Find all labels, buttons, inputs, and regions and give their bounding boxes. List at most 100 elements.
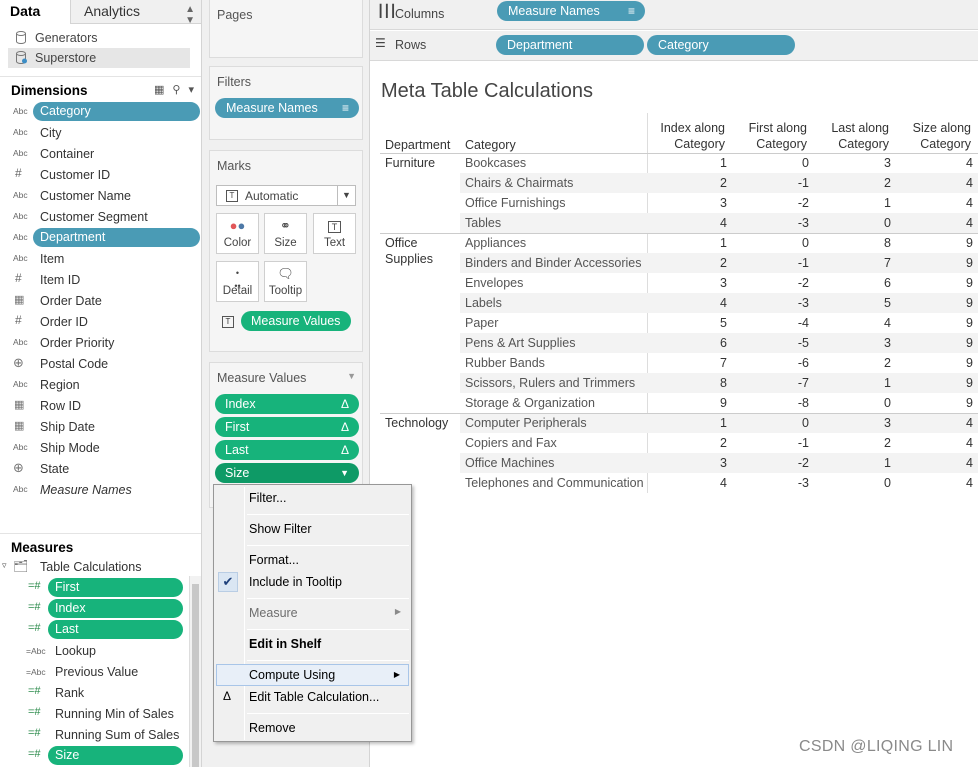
dimension-field[interactable]: # Item ID xyxy=(0,269,201,290)
measure-pill-size[interactable]: Size ▼ xyxy=(215,463,359,483)
last-value-cell[interactable]: 0 xyxy=(831,393,891,413)
last-value-cell[interactable]: 7 xyxy=(831,253,891,273)
menu-item-edit-in-shelf[interactable]: Edit in Shelf xyxy=(216,633,409,655)
size-value-cell[interactable]: 4 xyxy=(913,453,973,473)
index-value-cell[interactable]: 2 xyxy=(667,173,727,193)
dimension-field[interactable]: Abc Container xyxy=(0,143,201,164)
last-value-cell[interactable]: 0 xyxy=(831,473,891,493)
first-value-cell[interactable]: -1 xyxy=(749,433,809,453)
tab-data[interactable]: Data xyxy=(0,0,70,24)
menu-caret-icon[interactable]: ▾ xyxy=(188,83,194,96)
last-value-cell[interactable]: 5 xyxy=(831,293,891,313)
measure-field[interactable]: =Abc Lookup xyxy=(0,640,190,661)
first-value-cell[interactable]: -6 xyxy=(749,353,809,373)
first-value-cell[interactable]: -2 xyxy=(749,193,809,213)
category-cell[interactable]: Copiers and Fax xyxy=(465,433,557,453)
category-cell[interactable]: Scissors, Rulers and Trimmers xyxy=(465,373,635,393)
measure-field[interactable]: =# Rank xyxy=(0,682,190,703)
index-value-cell[interactable]: 3 xyxy=(667,193,727,213)
index-value-cell[interactable]: 1 xyxy=(667,413,727,433)
size-value-cell[interactable]: 9 xyxy=(913,393,973,413)
index-value-cell[interactable]: 4 xyxy=(667,293,727,313)
category-cell[interactable]: Tables xyxy=(465,213,501,233)
dimension-field[interactable]: Abc Item xyxy=(0,248,201,269)
menu-item-compute-using[interactable]: Compute Using ▶ xyxy=(216,664,409,686)
measures-scrollbar[interactable] xyxy=(189,576,201,767)
size-value-cell[interactable]: 9 xyxy=(913,293,973,313)
dimension-field[interactable]: Abc Department xyxy=(0,227,201,248)
datasource-generators[interactable]: Generators xyxy=(10,28,190,48)
measure-field[interactable]: =# Running Sum of Sales xyxy=(0,724,190,745)
index-value-cell[interactable]: 3 xyxy=(667,273,727,293)
size-button[interactable]: ⚭ Size xyxy=(264,213,307,254)
index-value-cell[interactable]: 6 xyxy=(667,333,727,353)
category-cell[interactable]: Telephones and Communication xyxy=(465,473,644,493)
rows-pill-department[interactable]: Department xyxy=(496,35,644,55)
category-cell[interactable]: Office Furnishings xyxy=(465,193,566,213)
category-cell[interactable]: Rubber Bands xyxy=(465,353,545,373)
dimension-field[interactable]: Abc Measure Names xyxy=(0,479,201,500)
datasource-superstore[interactable]: Superstore xyxy=(8,48,190,68)
dimension-field[interactable]: Abc Region xyxy=(0,374,201,395)
dimension-field[interactable]: # Order ID xyxy=(0,311,201,332)
last-value-cell[interactable]: 3 xyxy=(831,413,891,433)
menu-item-remove[interactable]: Remove xyxy=(216,717,409,739)
category-cell[interactable]: Bookcases xyxy=(465,153,526,173)
index-value-cell[interactable]: 5 xyxy=(667,313,727,333)
measure-field[interactable]: =# Last xyxy=(0,619,190,640)
first-value-cell[interactable]: -2 xyxy=(749,273,809,293)
first-value-cell[interactable]: -2 xyxy=(749,453,809,473)
index-value-cell[interactable]: 4 xyxy=(667,213,727,233)
size-value-cell[interactable]: 9 xyxy=(913,233,973,253)
rows-shelf[interactable]: ☰ Rows Department Category xyxy=(370,31,978,61)
chevron-down-icon[interactable]: ▼ xyxy=(340,463,349,483)
index-value-cell[interactable]: 9 xyxy=(667,393,727,413)
first-value-cell[interactable]: 0 xyxy=(749,413,809,433)
size-value-cell[interactable]: 4 xyxy=(913,213,973,233)
columns-shelf[interactable]: ┃┃┃ Columns Measure Names ≡ xyxy=(370,0,978,30)
last-value-cell[interactable]: 3 xyxy=(831,333,891,353)
size-value-cell[interactable]: 9 xyxy=(913,353,973,373)
size-value-cell[interactable]: 4 xyxy=(913,173,973,193)
measure-pill-index[interactable]: Index Δ xyxy=(215,394,359,414)
dimension-field[interactable]: Abc Customer Segment xyxy=(0,206,201,227)
size-value-cell[interactable]: 9 xyxy=(913,333,973,353)
measure-pill-last[interactable]: Last Δ xyxy=(215,440,359,460)
size-value-cell[interactable]: 4 xyxy=(913,413,973,433)
view-toggle-icon[interactable]: ▦ xyxy=(154,83,164,96)
size-value-cell[interactable]: 4 xyxy=(913,153,973,173)
last-value-cell[interactable]: 8 xyxy=(831,233,891,253)
first-value-cell[interactable]: 0 xyxy=(749,233,809,253)
category-cell[interactable]: Storage & Organization xyxy=(465,393,595,413)
menu-item-format[interactable]: Format... xyxy=(216,549,409,571)
category-cell[interactable]: Binders and Binder Accessories xyxy=(465,253,641,273)
dimension-field[interactable]: ⊕ Postal Code xyxy=(0,353,201,374)
index-value-cell[interactable]: 2 xyxy=(667,253,727,273)
index-value-cell[interactable]: 4 xyxy=(667,473,727,493)
tooltip-button[interactable]: 🗨 Tooltip xyxy=(264,261,307,302)
last-value-cell[interactable]: 3 xyxy=(831,153,891,173)
filter-pill-measure-names[interactable]: Measure Names ≡ xyxy=(215,98,359,118)
tab-caret-icon[interactable]: ▲ ▼ xyxy=(185,4,195,26)
first-value-cell[interactable]: -1 xyxy=(749,253,809,273)
detail-button[interactable]: • •• Detail xyxy=(216,261,259,302)
mark-type-dropdown[interactable]: T Automatic ▼ xyxy=(216,185,356,206)
first-value-cell[interactable]: -1 xyxy=(749,173,809,193)
tab-analytics[interactable]: Analytics ▲ ▼ xyxy=(70,0,201,26)
first-value-cell[interactable]: -3 xyxy=(749,293,809,313)
category-cell[interactable]: Computer Peripherals xyxy=(465,413,587,433)
dimension-field[interactable]: ⊕ State xyxy=(0,458,201,479)
last-value-cell[interactable]: 2 xyxy=(831,353,891,373)
first-value-cell[interactable]: -3 xyxy=(749,213,809,233)
dimension-field[interactable]: Abc Category xyxy=(0,101,201,122)
last-value-cell[interactable]: 2 xyxy=(831,173,891,193)
category-cell[interactable]: Chairs & Chairmats xyxy=(465,173,573,193)
category-cell[interactable]: Envelopes xyxy=(465,273,523,293)
menu-item-include-tooltip[interactable]: ✔ Include in Tooltip xyxy=(216,571,409,593)
category-cell[interactable]: Labels xyxy=(465,293,502,313)
dimension-field[interactable]: Abc Order Priority xyxy=(0,332,201,353)
first-value-cell[interactable]: -7 xyxy=(749,373,809,393)
last-value-cell[interactable]: 2 xyxy=(831,433,891,453)
category-cell[interactable]: Appliances xyxy=(465,233,526,253)
measure-field[interactable]: =# Running Min of Sales xyxy=(0,703,190,724)
